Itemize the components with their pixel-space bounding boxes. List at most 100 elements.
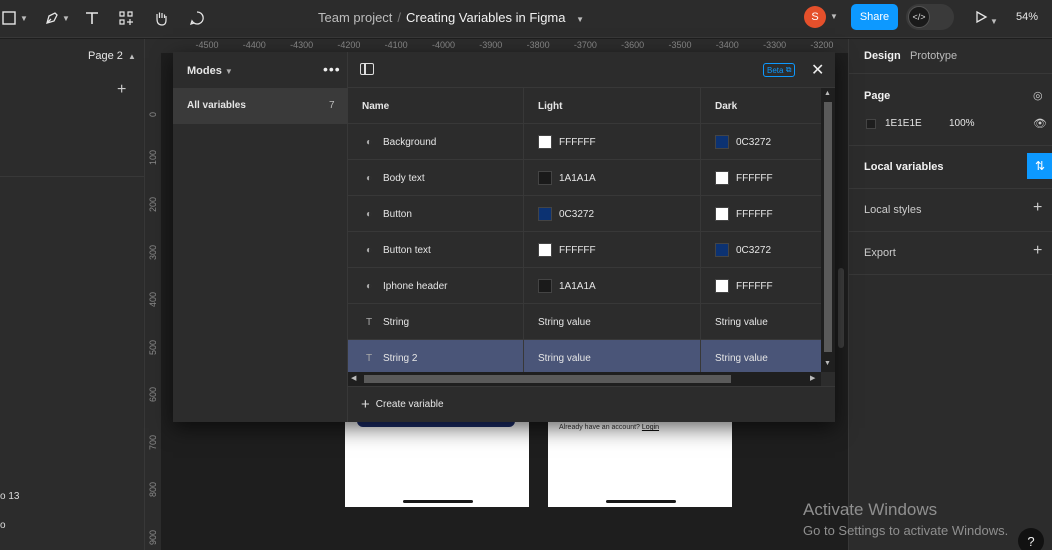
variable-value-light[interactable]: 1A1A1A	[524, 268, 701, 304]
avatar[interactable]: S	[804, 6, 826, 28]
open-variables-button[interactable]: ⇅	[1027, 153, 1052, 179]
variable-name: Button	[383, 208, 412, 220]
color-swatch[interactable]	[538, 135, 552, 149]
beta-badge[interactable]: Beta ⧉	[763, 63, 796, 77]
page-color-hex[interactable]: 1E1E1E	[885, 118, 922, 129]
comment-tool[interactable]	[188, 8, 206, 28]
ruler-tick-label: -3800	[526, 40, 550, 50]
components-tool[interactable]	[118, 8, 134, 28]
divider	[849, 274, 1052, 275]
vertical-scrollbar[interactable]: ▲ ▼	[821, 88, 835, 372]
page-color-swatch[interactable]	[866, 119, 876, 129]
ruler-tick-label: -3700	[573, 40, 597, 50]
zoom-level[interactable]: 54%	[1016, 11, 1038, 23]
variable-value-dark[interactable]: FFFFFF	[701, 268, 821, 304]
add-page-icon[interactable]: +	[117, 81, 126, 99]
scroll-left-icon[interactable]: ◀	[351, 374, 356, 382]
eye-icon[interactable]: 👁	[1033, 117, 1047, 130]
hand-tool[interactable]	[152, 8, 170, 28]
variable-value-light[interactable]: 1A1A1A	[524, 160, 701, 196]
variable-row[interactable]: ◐ Button 0C3272 FFFFFF	[348, 196, 821, 232]
modes-dropdown[interactable]: Modes ▼	[187, 65, 233, 77]
more-options-icon[interactable]: •••	[323, 61, 341, 77]
pen-tool[interactable]: ▼	[42, 8, 72, 28]
export-title: Export	[864, 247, 896, 259]
color-swatch[interactable]	[715, 171, 729, 185]
chevron-up-icon: ▲	[127, 52, 136, 61]
variable-value-dark[interactable]: String value	[701, 304, 821, 340]
scrollbar-thumb[interactable]	[824, 102, 832, 352]
add-style-icon[interactable]: +	[1033, 199, 1042, 217]
column-header-dark[interactable]: Dark	[701, 88, 821, 124]
help-button[interactable]: ?	[1018, 528, 1044, 550]
variable-name-cell[interactable]: ◐ Body text	[348, 160, 524, 196]
color-swatch[interactable]	[715, 207, 729, 221]
canvas-scrollbar[interactable]	[838, 268, 844, 348]
variable-row[interactable]: T String 2 String value String value	[348, 340, 821, 372]
variable-name-cell[interactable]: ◐ Button	[348, 196, 524, 232]
page-selector[interactable]: Page 2 ▲	[88, 50, 136, 62]
color-swatch[interactable]	[538, 171, 552, 185]
variable-row[interactable]: ◐ Background FFFFFF 0C3272	[348, 124, 821, 160]
color-swatch[interactable]	[715, 279, 729, 293]
chevron-down-icon[interactable]: ▼	[576, 15, 584, 24]
file-name[interactable]: Creating Variables in Figma	[406, 10, 565, 25]
scroll-down-icon[interactable]: ▼	[824, 360, 831, 367]
variable-value-light[interactable]: 0C3272	[524, 196, 701, 232]
text-tool[interactable]	[84, 8, 100, 28]
ruler-tick-label: -3400	[715, 40, 739, 50]
layer-item[interactable]: o	[0, 520, 6, 531]
styles-icon[interactable]: ◎	[1033, 89, 1043, 102]
variable-name: String	[383, 316, 410, 328]
variable-row[interactable]: ◐ Body text 1A1A1A FFFFFF	[348, 160, 821, 196]
breadcrumb-project[interactable]: Team project	[318, 10, 392, 25]
variable-value-light[interactable]: FFFFFF	[524, 124, 701, 160]
variable-value-text: 0C3272	[559, 208, 595, 220]
variable-value-dark[interactable]: 0C3272	[701, 124, 821, 160]
variable-value-light[interactable]: FFFFFF	[524, 232, 701, 268]
close-icon[interactable]: ✕	[811, 60, 824, 80]
variable-row[interactable]: T String String value String value	[348, 304, 821, 340]
add-export-icon[interactable]: +	[1033, 242, 1042, 260]
variable-name-cell[interactable]: ◐ Background	[348, 124, 524, 160]
color-swatch[interactable]	[538, 207, 552, 221]
color-swatch[interactable]	[715, 243, 729, 257]
dev-mode-toggle[interactable]: </>	[906, 4, 954, 30]
variable-value-dark[interactable]: FFFFFF	[701, 160, 821, 196]
variable-name-cell[interactable]: ◐ Button text	[348, 232, 524, 268]
scroll-up-icon[interactable]: ▲	[824, 90, 831, 97]
variable-name: String 2	[383, 352, 418, 364]
tab-design[interactable]: Design	[864, 50, 901, 62]
present-button[interactable]: ▼	[974, 10, 998, 27]
scrollbar-thumb[interactable]	[364, 375, 731, 383]
scroll-right-icon[interactable]: ▶	[810, 374, 815, 382]
variable-value-dark[interactable]: 0C3272	[701, 232, 821, 268]
layer-item[interactable]: o 13	[0, 491, 19, 502]
variable-value-light[interactable]: String value	[524, 340, 701, 372]
frame-tool[interactable]: ▼	[0, 8, 30, 28]
variable-value-dark[interactable]: FFFFFF	[701, 196, 821, 232]
color-swatch[interactable]	[715, 135, 729, 149]
iphone-frame[interactable]	[345, 421, 529, 507]
variable-value-dark[interactable]: String value	[701, 340, 821, 372]
column-header-light[interactable]: Light	[524, 88, 701, 124]
color-variable-icon: ◐	[365, 172, 373, 184]
iphone-frame[interactable]: Already have an account? Login	[548, 421, 732, 507]
horizontal-scrollbar[interactable]: ◀ ▶	[348, 372, 821, 386]
variable-name-cell[interactable]: T String 2	[348, 340, 524, 372]
collection-item[interactable]: All variables 7	[173, 88, 348, 124]
variable-name-cell[interactable]: ◐ Iphone header	[348, 268, 524, 304]
sidebar-toggle-icon[interactable]	[360, 63, 374, 75]
page-opacity[interactable]: 100%	[949, 118, 975, 129]
color-swatch[interactable]	[538, 243, 552, 257]
chevron-down-icon[interactable]: ▼	[830, 12, 838, 21]
variable-name-cell[interactable]: T String	[348, 304, 524, 340]
tab-prototype[interactable]: Prototype	[910, 50, 957, 62]
variable-row[interactable]: ◐ Iphone header 1A1A1A FFFFFF	[348, 268, 821, 304]
share-button[interactable]: Share	[851, 4, 898, 30]
variable-value-text: String value	[715, 316, 768, 328]
variable-row[interactable]: ◐ Button text FFFFFF 0C3272	[348, 232, 821, 268]
color-swatch[interactable]	[538, 279, 552, 293]
create-variable-button[interactable]: + Create variable	[348, 386, 835, 422]
variable-value-light[interactable]: String value	[524, 304, 701, 340]
